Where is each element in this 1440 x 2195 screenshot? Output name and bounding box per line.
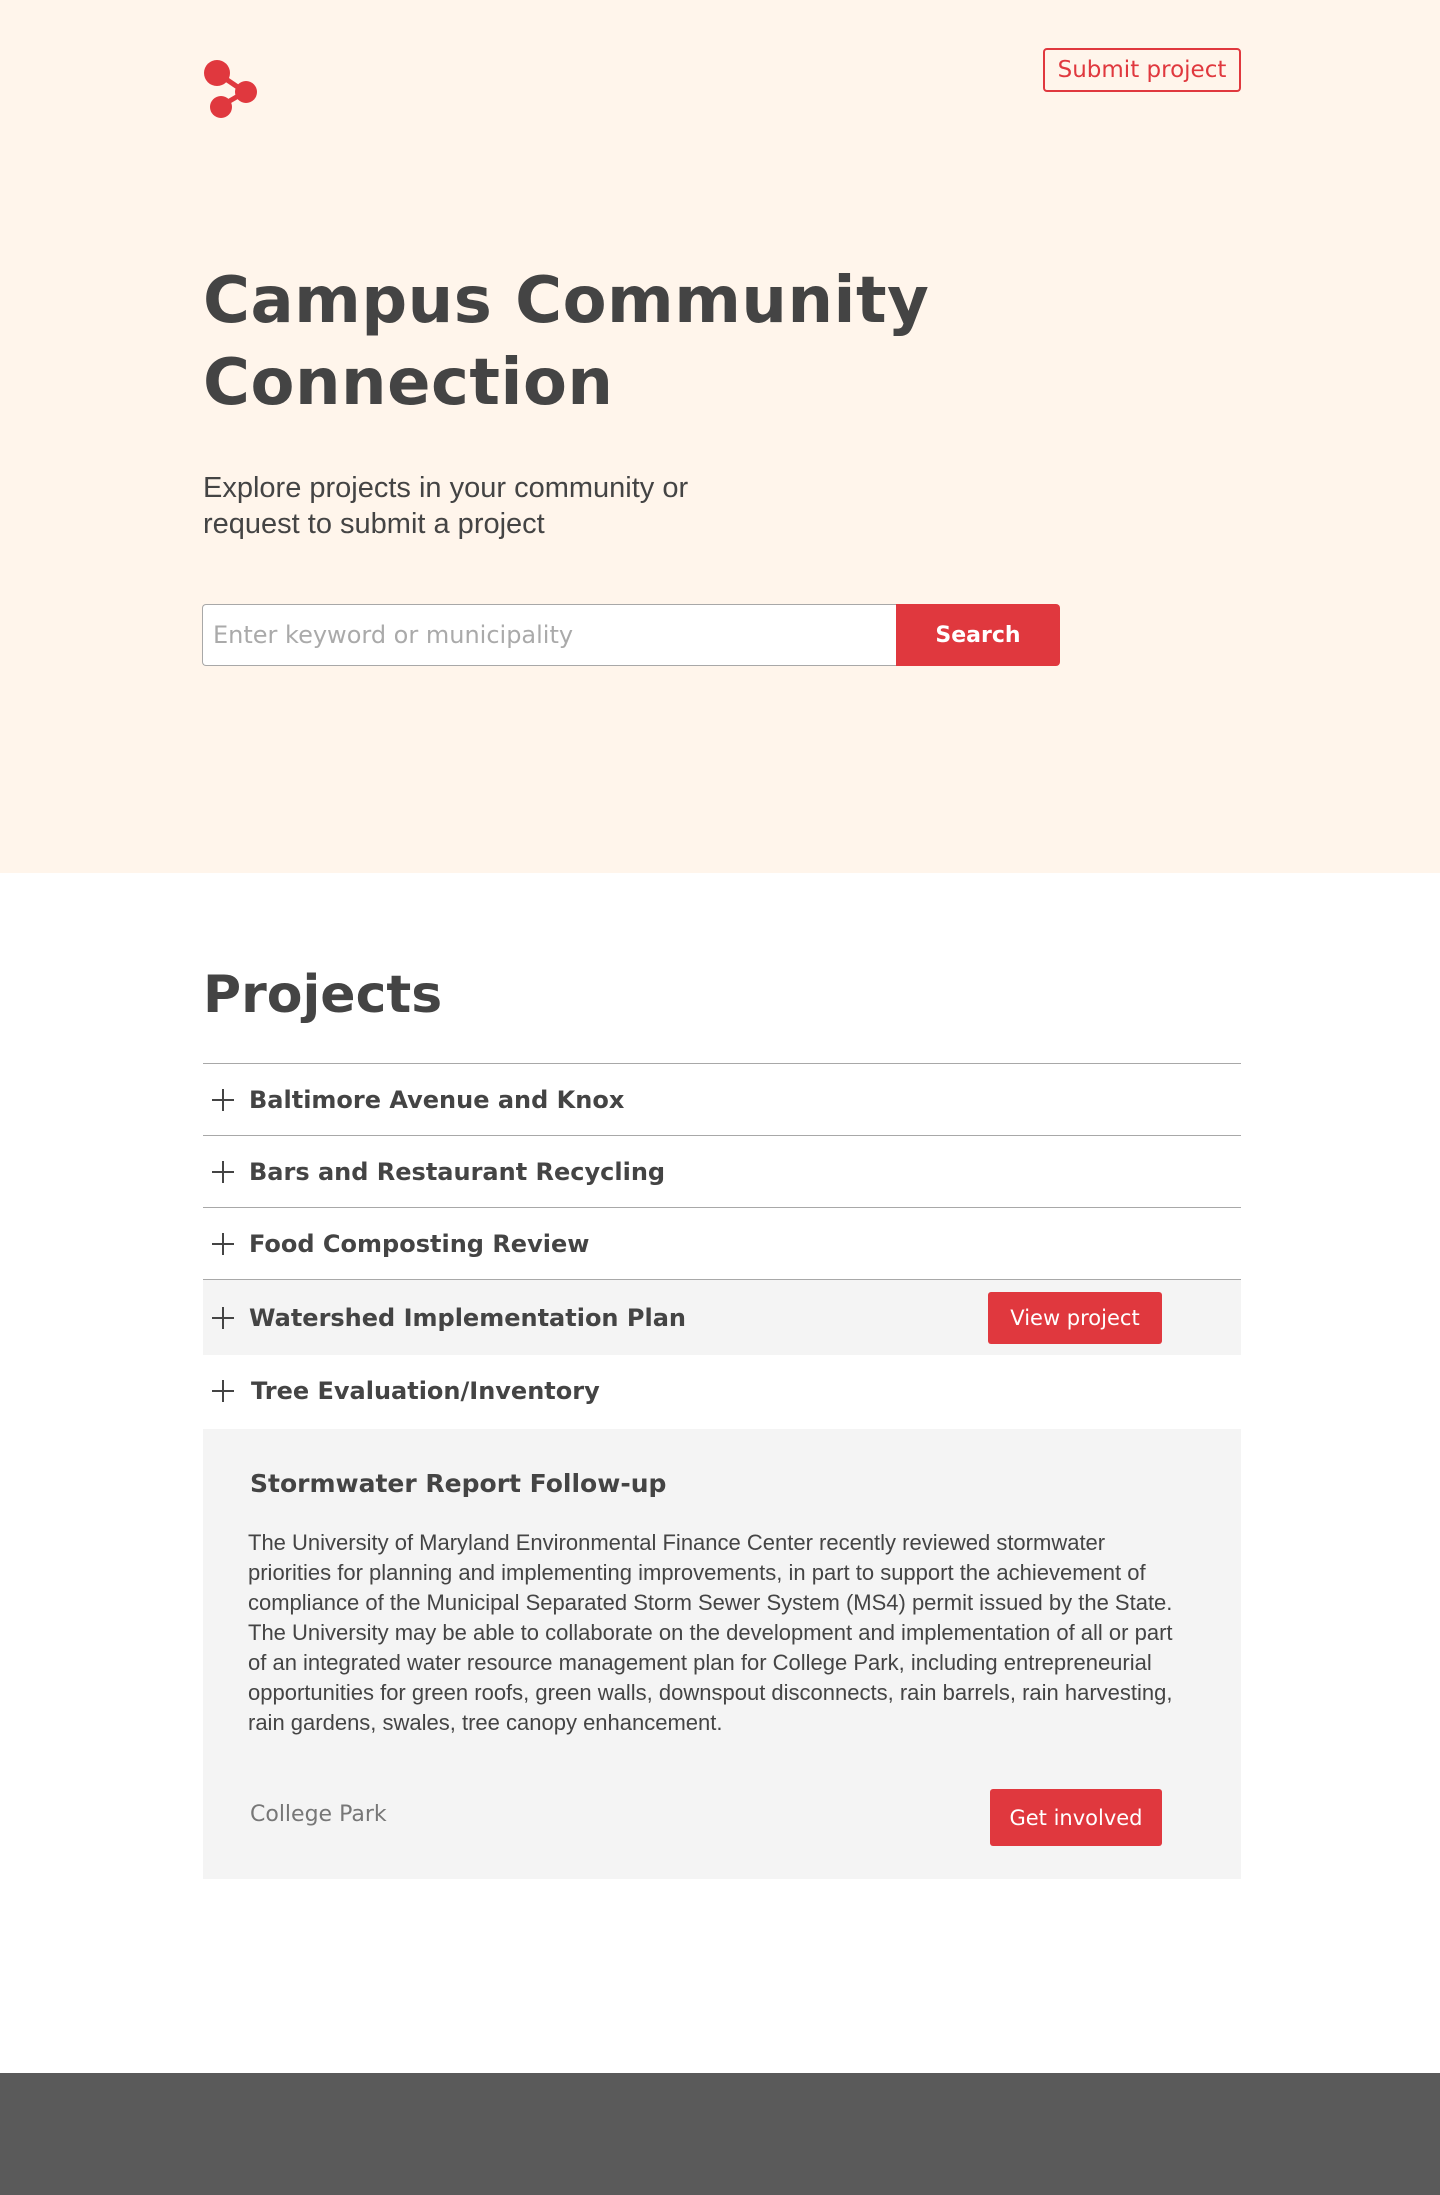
molecule-logo-icon[interactable]: [203, 58, 263, 122]
project-label: Baltimore Avenue and Knox: [249, 1085, 625, 1114]
project-row-watershed-plan[interactable]: Watershed Implementation Plan View proje…: [203, 1279, 1241, 1355]
project-description: The University of Maryland Environmental…: [248, 1530, 1173, 1735]
project-list: Baltimore Avenue and Knox Bars and Resta…: [203, 1063, 1241, 1427]
submit-project-button[interactable]: Submit project: [1043, 48, 1241, 92]
plus-icon[interactable]: [212, 1232, 234, 1255]
project-row-food-composting[interactable]: Food Composting Review: [203, 1207, 1241, 1279]
view-project-button[interactable]: View project: [988, 1291, 1162, 1344]
plus-icon[interactable]: [212, 1380, 234, 1402]
page-title: Campus Community Connection: [203, 264, 930, 420]
project-row-bars-recycling[interactable]: Bars and Restaurant Recycling: [203, 1135, 1241, 1207]
search-input[interactable]: [202, 604, 896, 666]
projects-heading: Projects: [203, 965, 443, 1025]
hero-subtitle: Explore projects in your community or re…: [203, 472, 689, 540]
hero-section: Submit project Campus Community Connecti…: [0, 0, 1440, 873]
project-label: Tree Evaluation/Inventory: [251, 1377, 600, 1405]
project-detail-panel: Stormwater Report Follow-up The Universi…: [203, 1429, 1241, 1879]
project-location: College Park: [250, 1802, 387, 1827]
search-button[interactable]: Search: [896, 604, 1060, 666]
project-label: Bars and Restaurant Recycling: [249, 1157, 666, 1186]
project-label: Watershed Implementation Plan: [249, 1303, 686, 1332]
get-involved-button[interactable]: Get involved: [990, 1789, 1162, 1846]
plus-icon[interactable]: [212, 1160, 234, 1183]
project-row-baltimore-avenue[interactable]: Baltimore Avenue and Knox: [203, 1063, 1241, 1135]
plus-icon[interactable]: [212, 1306, 234, 1329]
project-label: Food Composting Review: [249, 1229, 590, 1258]
project-detail-title: Stormwater Report Follow-up: [250, 1469, 667, 1498]
footer: [0, 2073, 1440, 2195]
plus-icon[interactable]: [212, 1088, 234, 1111]
project-row-tree-evaluation[interactable]: Tree Evaluation/Inventory: [203, 1355, 1241, 1427]
